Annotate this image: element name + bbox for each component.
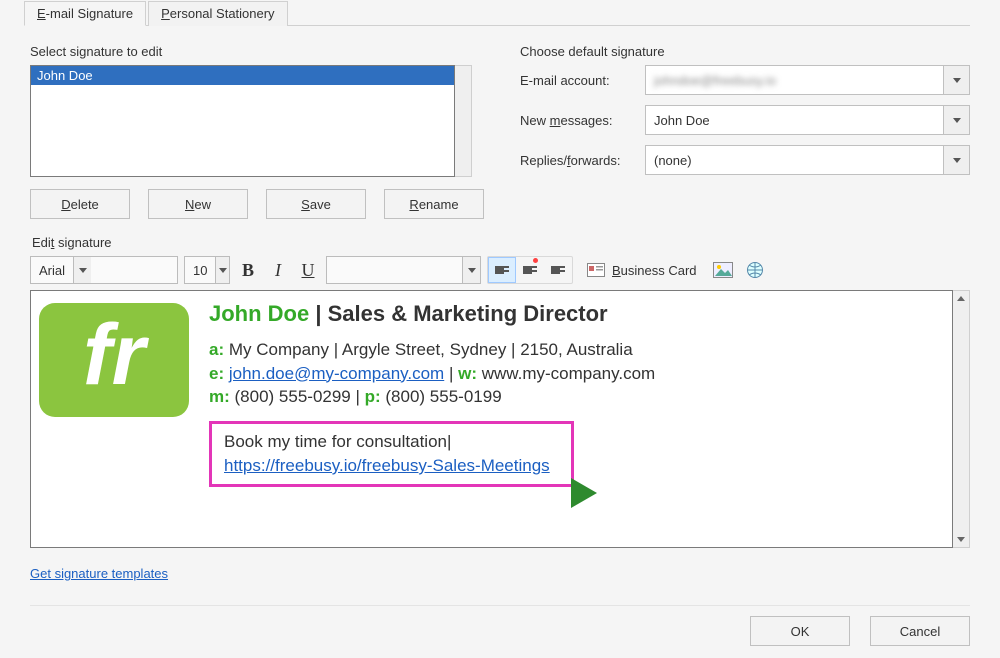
- company-logo: fr: [39, 303, 189, 417]
- default-signature-label: Choose default signature: [520, 44, 970, 59]
- get-templates-link[interactable]: Get signature templates: [30, 566, 168, 581]
- indicator-dot-icon: [533, 258, 538, 263]
- chevron-down-icon[interactable]: [215, 257, 229, 283]
- font-family-combo[interactable]: Arial: [30, 256, 178, 284]
- chevron-down-icon[interactable]: [462, 257, 480, 283]
- new-messages-label: New messages:: [520, 113, 635, 128]
- italic-button[interactable]: I: [266, 257, 290, 283]
- booking-link[interactable]: https://freebusy.io/freebusy-Sales-Meeti…: [224, 456, 550, 475]
- text-cursor: [447, 432, 451, 451]
- signature-address-line: a: My Company | Argyle Street, Sydney | …: [209, 338, 655, 362]
- align-left-button[interactable]: [488, 257, 516, 283]
- chevron-down-icon[interactable]: [943, 66, 969, 94]
- tab-email-signature[interactable]: E-mail Signature: [24, 1, 146, 26]
- signature-email-line: e: john.doe@my-company.com | w: www.my-c…: [209, 362, 655, 386]
- listbox-scrollbar[interactable]: [455, 65, 472, 177]
- globe-link-icon: [745, 260, 765, 280]
- replies-forwards-label: Replies/forwards:: [520, 153, 635, 168]
- chevron-down-icon[interactable]: [943, 146, 969, 174]
- delete-button[interactable]: Delete: [30, 189, 130, 219]
- insert-hyperlink-button[interactable]: [742, 256, 768, 284]
- picture-icon: [713, 260, 733, 280]
- business-card-icon: [586, 260, 606, 280]
- signature-phone-line: m: (800) 555-0299 | p: (800) 555-0199: [209, 385, 655, 409]
- chevron-down-icon[interactable]: [73, 257, 91, 283]
- email-account-combo[interactable]: johndoe@freebusy.io: [645, 65, 970, 95]
- align-center-button[interactable]: [516, 257, 544, 283]
- annotation-arrow-icon: [571, 478, 597, 508]
- save-button[interactable]: Save: [266, 189, 366, 219]
- replies-forwards-combo[interactable]: (none): [645, 145, 970, 175]
- select-signature-label: Select signature to edit: [30, 44, 490, 59]
- align-right-button[interactable]: [544, 257, 572, 283]
- new-messages-value: John Doe: [646, 113, 943, 128]
- tab-personal-stationery[interactable]: Personal Stationery: [148, 1, 287, 26]
- rename-button[interactable]: Rename: [384, 189, 484, 219]
- business-card-button[interactable]: Business Card: [579, 256, 704, 284]
- editor-scrollbar[interactable]: [953, 290, 970, 548]
- font-color-combo[interactable]: [326, 256, 481, 284]
- chevron-down-icon[interactable]: [943, 106, 969, 134]
- new-button[interactable]: New: [148, 189, 248, 219]
- edit-toolbar: Arial 10 B I U: [30, 256, 970, 284]
- email-account-value: johndoe@freebusy.io: [646, 73, 943, 88]
- edit-signature-label: Edit signature: [32, 235, 970, 250]
- underline-button[interactable]: U: [296, 257, 320, 283]
- bold-button[interactable]: B: [236, 257, 260, 283]
- insert-picture-button[interactable]: [710, 256, 736, 284]
- email-account-label: E-mail account:: [520, 73, 635, 88]
- font-size-combo[interactable]: 10: [184, 256, 230, 284]
- signature-name-line: John Doe | Sales & Marketing Director: [209, 299, 655, 330]
- booking-highlight-box: Book my time for consultation https://fr…: [209, 421, 574, 487]
- signature-tabs: E-mail Signature Personal Stationery: [24, 0, 970, 26]
- replies-forwards-value: (none): [646, 153, 943, 168]
- new-messages-combo[interactable]: John Doe: [645, 105, 970, 135]
- signature-list-item[interactable]: John Doe: [31, 66, 454, 85]
- cancel-button[interactable]: Cancel: [870, 616, 970, 646]
- ok-button[interactable]: OK: [750, 616, 850, 646]
- signature-listbox[interactable]: John Doe: [30, 65, 455, 177]
- signature-editor[interactable]: fr John Doe | Sales & Marketing Director…: [30, 290, 953, 548]
